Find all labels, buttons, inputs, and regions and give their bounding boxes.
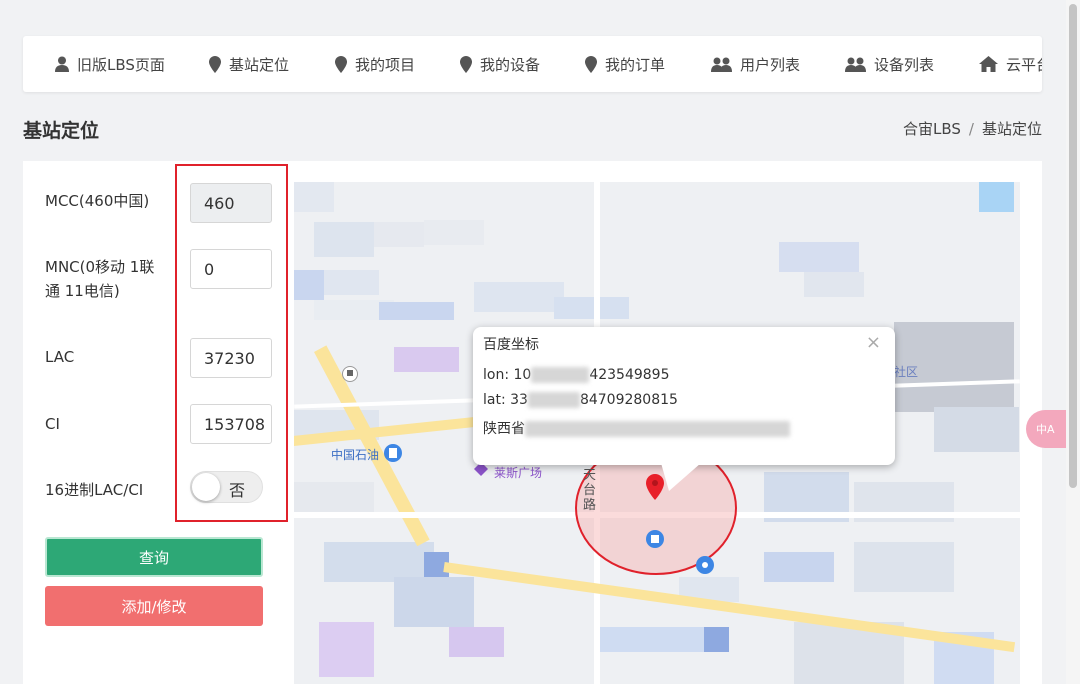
gas-station-icon <box>384 444 402 462</box>
scrollbar-thumb[interactable] <box>1069 4 1077 488</box>
translate-tab[interactable]: 中A <box>1026 410 1066 448</box>
nav-item-label: 我的设备 <box>480 55 541 74</box>
location-pin-icon <box>209 55 221 73</box>
query-button[interactable]: 查询 <box>45 537 263 577</box>
lac-label: LAC <box>45 348 75 366</box>
breadcrumb-current: 基站定位 <box>981 120 1042 138</box>
redaction <box>527 392 580 408</box>
highlight-box <box>175 164 288 522</box>
breadcrumb-home-link[interactable]: 合宙LBS <box>903 120 961 138</box>
nav-item-device-list[interactable]: 设备列表 <box>845 36 934 92</box>
nav-item-my-orders[interactable]: 我的订单 <box>585 36 665 92</box>
lat-suffix: 84709280815 <box>579 392 678 408</box>
ci-label: CI <box>45 415 60 433</box>
popup-title: 百度坐标 <box>483 337 539 353</box>
home-icon <box>979 56 998 72</box>
district-label: 社区 <box>894 365 919 379</box>
poi-icon <box>696 556 714 574</box>
nav-item-base-station[interactable]: 基站定位 <box>209 36 289 92</box>
user-icon <box>55 56 69 72</box>
nav-item-cloud-platform[interactable]: 云平台主 <box>979 36 1042 92</box>
add-edit-button[interactable]: 添加/修改 <box>45 586 263 626</box>
address-prefix: 陕西省 <box>483 421 525 437</box>
nav-item-label: 我的订单 <box>605 55 666 74</box>
lat-prefix: lat: 33 <box>483 392 528 408</box>
nav-item-label: 我的项目 <box>355 55 416 74</box>
nav-item-old-lbs[interactable]: 旧版LBS页面 <box>55 36 165 92</box>
map-view[interactable]: 中国石油 莱斯广场 天 台 路 社区 百度坐标 × lon: 10 4235498… <box>294 182 1020 684</box>
train-station-icon <box>342 366 358 382</box>
nav-item-label: 用户列表 <box>740 55 801 74</box>
mnc-label-line1: MNC(0移动 1联 <box>45 258 155 276</box>
popup-pointer <box>661 463 701 491</box>
breadcrumb: 合宙LBS / 基站定位 <box>903 118 1042 139</box>
scrollbar[interactable] <box>1066 0 1080 684</box>
page-title: 基站定位 <box>23 120 100 142</box>
nav-item-label: 基站定位 <box>229 55 290 74</box>
location-pin-icon <box>585 55 597 73</box>
popup-lat: lat: 33 84709280815 <box>483 392 678 408</box>
plaza-label: 莱斯广场 <box>494 466 543 480</box>
gas-station-label: 中国石油 <box>331 448 380 462</box>
nav-item-label: 旧版LBS页面 <box>77 55 165 74</box>
popup-close-button[interactable]: × <box>866 332 881 353</box>
main-panel: MCC(460中国) 460 MNC(0移动 1联 通 11电信) 0 LAC … <box>23 161 1042 684</box>
redaction <box>525 421 790 437</box>
location-pin-icon <box>335 55 347 73</box>
popup-address: 陕西省 <box>483 418 790 438</box>
mcc-label: MCC(460中国) <box>45 192 150 210</box>
redaction <box>531 367 590 383</box>
nav-item-label: 云平台主 <box>1006 55 1042 74</box>
info-popup: 百度坐标 × lon: 10 423549895 lat: 33 847092808… <box>473 327 895 491</box>
nav-item-my-projects[interactable]: 我的项目 <box>335 36 415 92</box>
nav-item-user-list[interactable]: 用户列表 <box>711 36 800 92</box>
popup-lon: lon: 10 423549895 <box>483 367 669 383</box>
nav-item-my-devices[interactable]: 我的设备 <box>460 36 540 92</box>
bus-stop-icon <box>646 530 664 548</box>
users-icon <box>711 57 732 72</box>
breadcrumb-separator: / <box>968 120 974 138</box>
mnc-label-line2: 通 11电信) <box>45 282 120 300</box>
users-icon <box>845 57 866 72</box>
top-nav: 旧版LBS页面 基站定位 我的项目 我的设备 我的订单 用户列表 设备列表 云平… <box>23 36 1042 92</box>
nav-item-label: 设备列表 <box>874 55 935 74</box>
lon-suffix: 423549895 <box>589 367 670 383</box>
hex-label: 16进制LAC/CI <box>45 481 144 499</box>
road-label-3: 路 <box>583 498 597 513</box>
lon-prefix: lon: 10 <box>483 367 532 383</box>
location-pin-icon <box>460 55 472 73</box>
